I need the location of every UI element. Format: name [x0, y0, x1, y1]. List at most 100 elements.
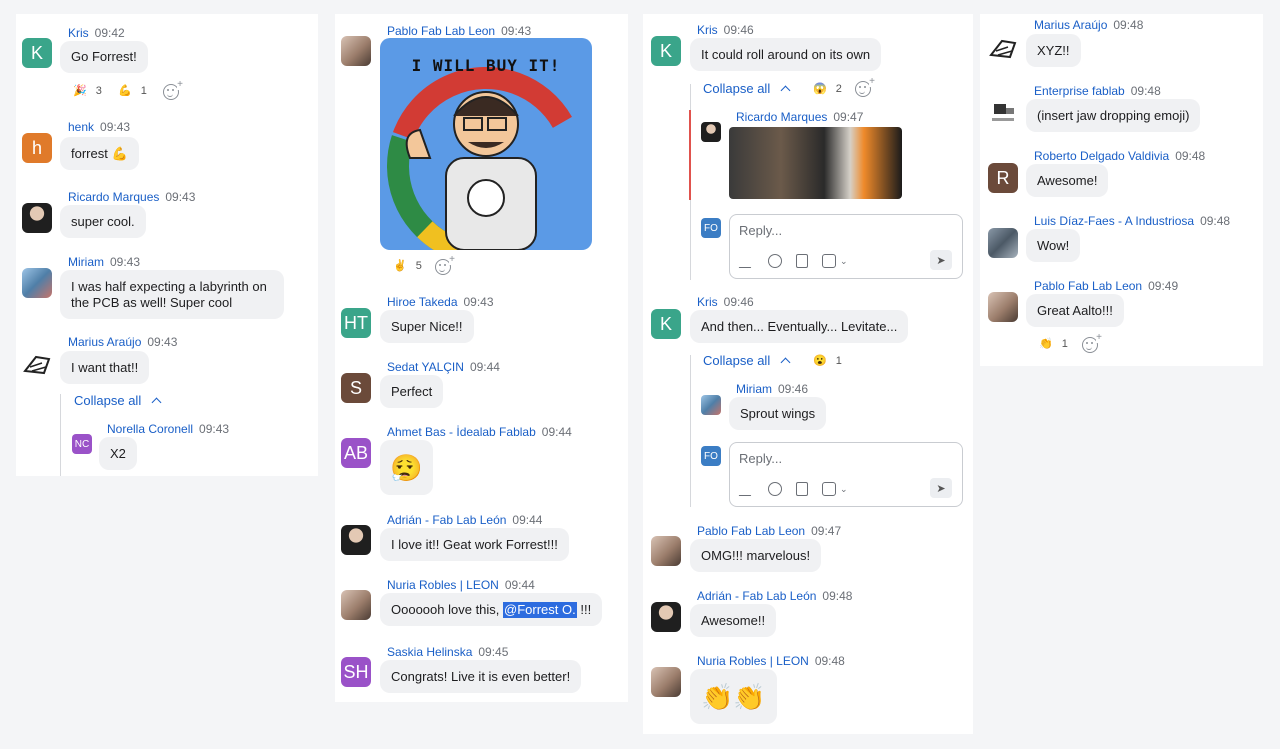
screenshot-icon[interactable] [822, 482, 836, 496]
collapse-all-button[interactable]: Collapse all [74, 393, 162, 408]
avatar[interactable]: h [22, 133, 52, 163]
author-name[interactable]: Roberto Delgado Valdivia [1034, 149, 1169, 163]
avatar[interactable] [701, 395, 721, 415]
reaction-chip[interactable]: 😮 1 [813, 354, 842, 368]
author-name[interactable]: Kris [697, 23, 718, 37]
avatar[interactable] [22, 203, 52, 233]
reaction-emoji: 👏 [1039, 338, 1053, 350]
author-name[interactable]: Luis Díaz-Faes - A Industriosa [1034, 214, 1194, 228]
avatar[interactable] [341, 525, 371, 555]
author-name[interactable]: Kris [697, 295, 718, 309]
logo-icon [23, 355, 51, 375]
author-name[interactable]: Kris [68, 26, 89, 40]
message-header: Miriam 09:43 [68, 255, 140, 269]
collapse-all-button[interactable]: Collapse all [703, 81, 791, 96]
message-text: Ooooooh love this, [391, 601, 500, 617]
reply-input[interactable]: Reply... [739, 451, 782, 466]
author-name[interactable]: Ricardo Marques [736, 110, 827, 124]
avatar[interactable] [701, 122, 721, 142]
author-name[interactable]: henk [68, 120, 94, 134]
emoji-icon[interactable] [768, 254, 782, 268]
send-icon: ➤ [936, 482, 946, 495]
avatar[interactable]: AB [341, 438, 371, 468]
author-name[interactable]: Marius Araújo [1034, 18, 1107, 32]
author-name[interactable]: Norella Coronell [107, 422, 193, 436]
file-icon[interactable] [796, 482, 808, 496]
author-name[interactable]: Nuria Robles | LEON [387, 578, 499, 592]
message-header: Adrián - Fab Lab León 09:48 [697, 589, 852, 603]
format-icon[interactable] [738, 482, 758, 496]
author-name[interactable]: Miriam [68, 255, 104, 269]
avatar[interactable] [988, 98, 1018, 128]
author-name[interactable]: Pablo Fab Lab Leon [387, 24, 495, 38]
send-button[interactable]: ➤ [930, 250, 952, 270]
message-header: Ahmet Bas - İdealab Fablab 09:44 [387, 425, 572, 439]
collapse-all-button[interactable]: Collapse all [703, 353, 791, 368]
avatar[interactable]: FO [701, 446, 721, 466]
user-mention[interactable]: @Forrest O. [503, 601, 577, 618]
message-bubble: Wow! [1026, 229, 1081, 262]
author-name[interactable]: Adrián - Fab Lab León [387, 513, 506, 527]
avatar[interactable] [341, 590, 371, 620]
author-name[interactable]: Saskia Helinska [387, 645, 472, 659]
avatar[interactable]: HT [341, 308, 371, 338]
avatar[interactable]: S [341, 373, 371, 403]
add-reaction-icon[interactable]: + [855, 77, 875, 97]
message-header: Nuria Robles | LEON 09:48 [697, 654, 845, 668]
message-bubble: 👏👏 [690, 669, 777, 724]
author-name[interactable]: Marius Araújo [68, 335, 141, 349]
avatar[interactable]: R [988, 163, 1018, 193]
avatar[interactable] [651, 602, 681, 632]
emoji-icon[interactable] [768, 482, 782, 496]
reply-composer[interactable]: Reply... ⌄ ➤ [729, 442, 963, 507]
author-name[interactable]: Ahmet Bas - İdealab Fablab [387, 425, 536, 439]
gif-attachment[interactable] [729, 127, 902, 199]
reply-composer[interactable]: Reply... ⌄ ➤ [729, 214, 963, 279]
screenshot-icon[interactable] [822, 254, 836, 268]
message-header: Marius Araújo 09:48 [1034, 18, 1143, 32]
reaction-chip[interactable]: 😱 2 [813, 82, 842, 96]
author-name[interactable]: Pablo Fab Lab Leon [697, 524, 805, 538]
author-name[interactable]: Nuria Robles | LEON [697, 654, 809, 668]
author-name[interactable]: Pablo Fab Lab Leon [1034, 279, 1142, 293]
avatar[interactable] [651, 536, 681, 566]
avatar[interactable] [22, 349, 52, 379]
author-name[interactable]: Enterprise fablab [1034, 84, 1125, 98]
add-reaction-icon[interactable]: + [163, 80, 183, 100]
avatar[interactable] [341, 36, 371, 66]
image-attachment[interactable]: I WILL BUY IT! [380, 38, 592, 250]
add-reaction-icon[interactable]: + [1082, 333, 1102, 353]
send-button[interactable]: ➤ [930, 478, 952, 498]
message-bubble: Congrats! Live it is even better! [380, 660, 582, 693]
avatar[interactable] [988, 228, 1018, 258]
avatar[interactable]: K [22, 38, 52, 68]
send-icon: ➤ [936, 254, 946, 267]
author-name[interactable]: Ricardo Marques [68, 190, 159, 204]
author-name[interactable]: Hiroe Takeda [387, 295, 458, 309]
author-name[interactable]: Sedat YALÇIN [387, 360, 464, 374]
avatar[interactable]: K [651, 36, 681, 66]
avatar[interactable]: FO [701, 218, 721, 238]
reaction-chip[interactable]: ✌️ 5 [393, 259, 422, 273]
file-icon[interactable] [796, 254, 808, 268]
logo-icon [989, 39, 1017, 59]
avatar[interactable] [651, 667, 681, 697]
author-name[interactable]: Miriam [736, 382, 772, 396]
format-icon[interactable] [738, 254, 758, 268]
chevron-down-icon[interactable]: ⌄ [840, 484, 848, 495]
chevron-down-icon[interactable]: ⌄ [840, 256, 848, 267]
avatar[interactable] [988, 292, 1018, 322]
avatar[interactable]: K [651, 309, 681, 339]
reaction-chip[interactable]: 💪 1 [118, 84, 147, 98]
message-bubble: super cool. [60, 205, 146, 238]
reply-input[interactable]: Reply... [739, 223, 782, 238]
add-reaction-icon[interactable]: + [435, 255, 455, 275]
reaction-chip[interactable]: 🎉 3 [73, 84, 102, 98]
reaction-chip[interactable]: 👏 1 [1039, 337, 1068, 351]
author-name[interactable]: Adrián - Fab Lab León [697, 589, 816, 603]
avatar[interactable]: NC [72, 434, 92, 454]
avatar[interactable] [988, 33, 1018, 63]
avatar[interactable]: SH [341, 657, 371, 687]
avatar[interactable] [22, 268, 52, 298]
timestamp: 09:43 [147, 335, 178, 349]
